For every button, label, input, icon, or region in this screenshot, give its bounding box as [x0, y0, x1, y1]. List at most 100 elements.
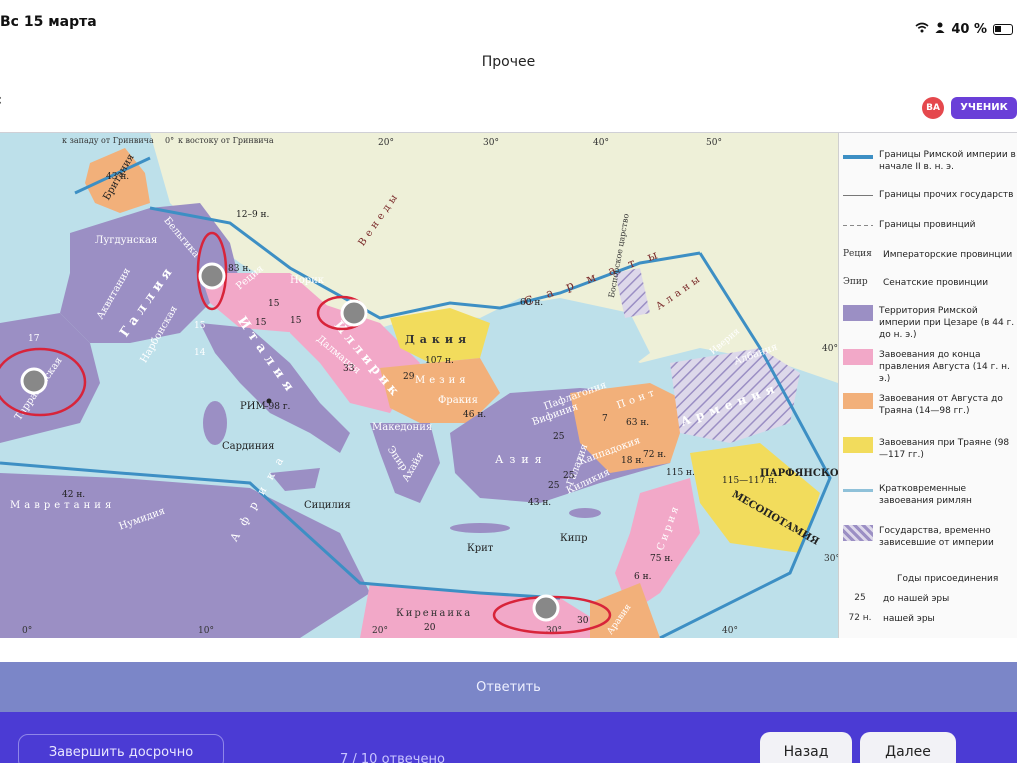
label-rim: РИМ [240, 401, 266, 412]
legend-label: Границы Римской империи в начале II в. н… [879, 150, 1016, 172]
answer-button[interactable]: Ответить [0, 662, 1017, 712]
label-mavretania: Мавретания [10, 500, 115, 511]
answer-marker-1[interactable] [198, 262, 226, 290]
legend-label: Границы прочих государств [879, 190, 1014, 200]
year-raetia: 15 [268, 299, 280, 309]
legend-trajan: Завоевания при Траяне (98—117 гг.) [843, 437, 1017, 461]
year-lycaonia: 25 [548, 481, 560, 491]
legend-label: до нашей эры [883, 594, 950, 604]
year-osroene: 115 н. [666, 468, 695, 478]
year-narbon: 14 [194, 348, 206, 358]
back-chevron-icon[interactable]: ‹ [0, 90, 2, 109]
legend-color-swatch [843, 393, 873, 409]
label-frakia: Фракия [438, 395, 478, 406]
page-title: Прочее [481, 54, 536, 70]
legend-label: Годы присоединения [897, 574, 999, 584]
legend-color-swatch [843, 349, 873, 365]
legend-label: Императорские провинции [883, 250, 1013, 260]
year-britain: 43 н. [106, 172, 129, 182]
year-mauretania: 42 н. [62, 490, 85, 500]
legend-short-conquests: Кратковременные завоевания римлян [843, 483, 1017, 507]
legend-line-swatch [843, 225, 873, 226]
legend-caesar: Территория Римской империи при Цезаре (в… [843, 305, 1017, 341]
legend-label: нашей эры [883, 614, 935, 624]
year-galatia: 25 [553, 432, 565, 442]
next-button[interactable]: Далее [860, 732, 956, 763]
year-armenia-minor: 72 н. [643, 450, 666, 460]
legend-word: Эпир [843, 277, 868, 287]
legend-label: Завоевания при Траяне (98—117 гг.) [879, 438, 1010, 460]
deg-20: 20° [378, 138, 394, 148]
legend-years-title: Годы присоединения [897, 573, 1017, 585]
sardinia-island [203, 401, 227, 445]
legend-color-swatch [843, 437, 873, 453]
label-sicilia: Сицилия [304, 500, 351, 511]
status-bar: Вс 15 марта 40 % [0, 0, 1017, 40]
year-pisidia: 25 [563, 471, 575, 481]
battery-percent: 40 % [951, 22, 987, 37]
answer-bar: Ответить [0, 662, 1017, 712]
year-egypt: 30 [577, 616, 589, 626]
status-date: Вс 15 марта [0, 14, 97, 30]
year-pontus: 7 [602, 414, 608, 424]
year-commagene: 75 н. [650, 554, 673, 564]
deg-20-bottom: 20° [372, 626, 388, 636]
legend-label: Завоевания от Августа до Траяна (14—98 г… [879, 394, 1003, 416]
west-label: к западу от Гринвича [62, 136, 154, 145]
year-germania: 12–9 н. [236, 210, 270, 220]
year-agri: 83 н. [228, 264, 251, 274]
deg-40-right: 40° [822, 344, 838, 354]
legend-hatch-swatch [843, 525, 873, 541]
finish-early-button[interactable]: Завершить досрочно [18, 734, 224, 763]
legend-province-borders: Границы провинций [843, 219, 1017, 231]
legend-label: Завоевания до конца правления Августа (1… [879, 350, 1010, 384]
role-badge: УЧЕНИК [951, 97, 1017, 119]
legend-dependent-states: Государства, временно зависевшие от импе… [843, 525, 1017, 549]
crete-island [450, 523, 510, 533]
year-thrace: 46 н. [463, 410, 486, 420]
year-cyrenaica: 20 [424, 623, 436, 633]
rome-dot [266, 398, 272, 404]
status-indicators: 40 % [915, 22, 1013, 37]
map-legend: Границы Римской империи в начале II в. н… [838, 133, 1017, 638]
year-alps: 15 [290, 316, 302, 326]
deg-10-bottom: 10° [198, 626, 214, 636]
legend-ad: 72 н. нашей эры [843, 613, 1017, 625]
deg-50: 50° [706, 138, 722, 148]
label-kirenaika: Киренаика [396, 608, 472, 619]
year-mesopotamia: 115—117 н. [722, 476, 777, 486]
legend-label: Территория Римской империи при Цезаре (в… [879, 306, 1015, 340]
legend-imperial-provinces: Реция Императорские провинции [843, 249, 1017, 261]
historical-map: к западу от Гринвича 0° к востоку от Гри… [0, 133, 838, 638]
legend-senate-provinces: Эпир Сенатские провинции [843, 277, 1017, 289]
year-dalmatia: 33 [343, 364, 355, 374]
map-frame: к западу от Гринвича 0° к востоку от Гри… [0, 132, 1017, 662]
year-dacia: 107 н. [425, 356, 454, 366]
deg-40: 40° [593, 138, 609, 148]
legend-augustus: Завоевания до конца правления Августа (1… [843, 349, 1017, 385]
cyprus-island [569, 508, 601, 518]
label-dakia: Дакия [405, 333, 471, 346]
legend-label: Границы провинций [879, 220, 976, 230]
legend-line-swatch [843, 155, 873, 159]
legend-word: 72 н. [848, 613, 872, 623]
back-button[interactable]: Назад [760, 732, 852, 763]
year-noricum: 15 [255, 318, 267, 328]
legend-word: Реция [843, 249, 872, 259]
year-pontus-polemon: 63 н. [626, 418, 649, 428]
answer-marker-4[interactable] [532, 594, 560, 622]
header: Прочее ‹ ВА УЧЕНИК [0, 40, 1017, 132]
answer-marker-2[interactable] [340, 299, 368, 327]
year-rome: –98 г. [264, 402, 291, 412]
legend-line-swatch [843, 195, 873, 196]
avatar[interactable]: ВА [922, 97, 944, 119]
legend-word: 25 [854, 593, 866, 603]
answer-marker-3[interactable] [20, 367, 48, 395]
legend-other-borders: Границы прочих государств [843, 189, 1017, 201]
year-cappadocia: 18 н. [621, 456, 644, 466]
map-svg: к западу от Гринвича 0° к востоку от Гри… [0, 133, 838, 638]
battery-icon [993, 24, 1013, 35]
year-alpes-maritimae: 15 [194, 321, 206, 331]
wifi-icon [915, 22, 929, 37]
deg-0-bottom: 0° [22, 626, 32, 636]
